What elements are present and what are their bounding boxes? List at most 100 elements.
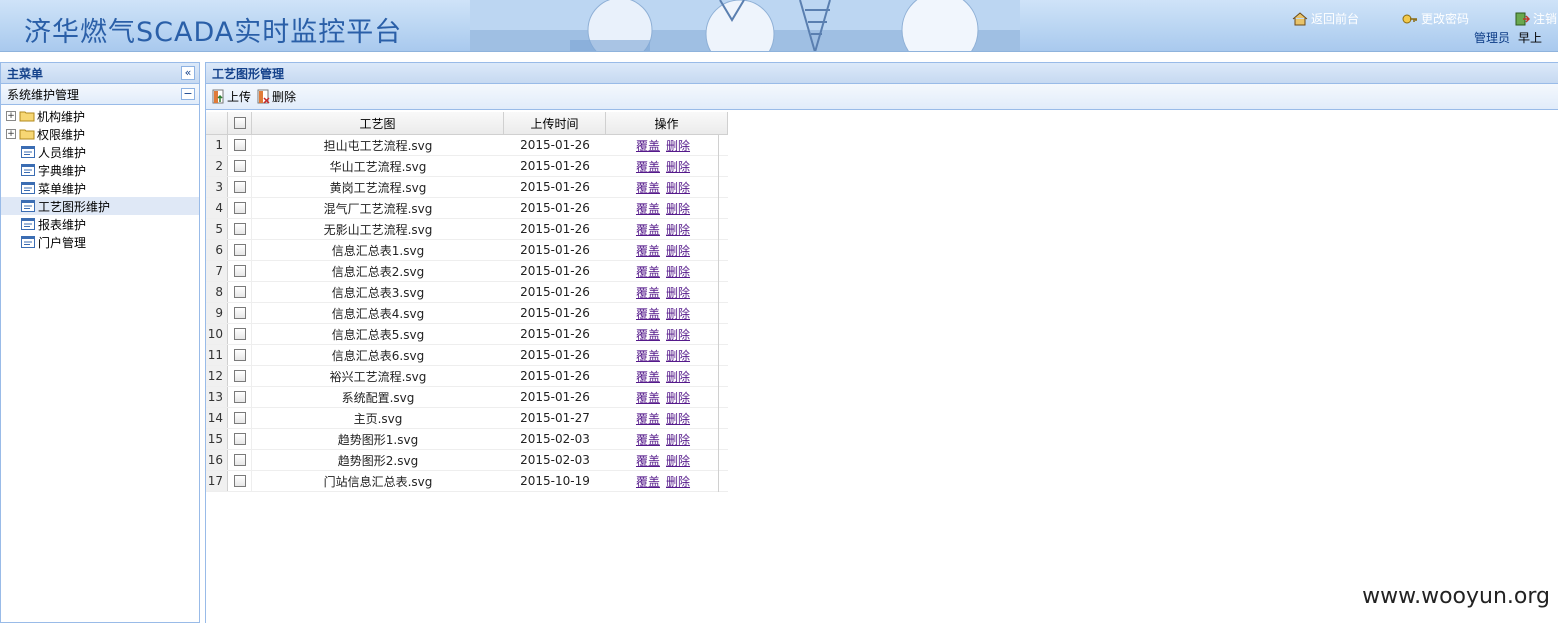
header-name[interactable]: 工艺图: [252, 112, 504, 134]
file-name: 主页.svg: [353, 411, 403, 426]
row-checkbox[interactable]: [233, 433, 246, 445]
tree-item[interactable]: 人员维护: [1, 143, 199, 161]
expand-icon[interactable]: +: [6, 111, 16, 121]
delete-link[interactable]: 删除: [666, 473, 690, 490]
delete-link[interactable]: 删除: [666, 158, 690, 175]
row-checkbox[interactable]: [233, 286, 246, 298]
row-checkbox[interactable]: [233, 370, 246, 382]
row-checkbox[interactable]: [233, 349, 246, 361]
row-checkbox[interactable]: [233, 223, 246, 235]
delete-link[interactable]: 删除: [666, 242, 690, 259]
tree-item[interactable]: 工艺图形维护: [1, 197, 199, 215]
upload-date: 2015-01-26: [520, 138, 590, 152]
upload-button[interactable]: 上传: [212, 88, 251, 105]
delete-button[interactable]: 删除: [257, 88, 296, 105]
back-to-front-link[interactable]: 返回前台: [1292, 10, 1359, 27]
table-row[interactable]: 3 黄岗工艺流程.svg 2015-01-26 覆盖 删除: [206, 177, 728, 198]
delete-link[interactable]: 删除: [666, 305, 690, 322]
row-checkbox[interactable]: [233, 412, 246, 424]
delete-link[interactable]: 删除: [666, 326, 690, 343]
row-checkbox[interactable]: [233, 181, 246, 193]
row-select-cell: [228, 177, 252, 197]
overwrite-link[interactable]: 覆盖: [636, 158, 660, 175]
table-row[interactable]: 16 趋势图形2.svg 2015-02-03 覆盖 删除: [206, 450, 728, 471]
row-number: 3: [206, 177, 228, 197]
delete-link[interactable]: 删除: [666, 200, 690, 217]
table-row[interactable]: 6 信息汇总表1.svg 2015-01-26 覆盖 删除: [206, 240, 728, 261]
row-checkbox[interactable]: [233, 328, 246, 340]
row-checkbox[interactable]: [233, 139, 246, 151]
expand-icon[interactable]: +: [6, 129, 16, 139]
overwrite-link[interactable]: 覆盖: [636, 452, 660, 469]
table-row[interactable]: 12 裕兴工艺流程.svg 2015-01-26 覆盖 删除: [206, 366, 728, 387]
delete-link[interactable]: 删除: [666, 452, 690, 469]
row-checkbox[interactable]: [233, 244, 246, 256]
row-number: 17: [206, 471, 228, 491]
logout-link[interactable]: 注销: [1514, 10, 1557, 27]
delete-link[interactable]: 删除: [666, 179, 690, 196]
table-row[interactable]: 8 信息汇总表3.svg 2015-01-26 覆盖 删除: [206, 282, 728, 303]
section-collapse-button[interactable]: −: [181, 88, 195, 100]
select-all-checkbox[interactable]: [233, 117, 246, 129]
table-row[interactable]: 14 主页.svg 2015-01-27 覆盖 删除: [206, 408, 728, 429]
tree-item[interactable]: 字典维护: [1, 161, 199, 179]
overwrite-link[interactable]: 覆盖: [636, 221, 660, 238]
overwrite-link[interactable]: 覆盖: [636, 137, 660, 154]
tree-item[interactable]: 菜单维护: [1, 179, 199, 197]
delete-link[interactable]: 删除: [666, 137, 690, 154]
table-row[interactable]: 7 信息汇总表2.svg 2015-01-26 覆盖 删除: [206, 261, 728, 282]
overwrite-link[interactable]: 覆盖: [636, 305, 660, 322]
tree-item[interactable]: 门户管理: [1, 233, 199, 251]
row-checkbox[interactable]: [233, 160, 246, 172]
overwrite-link[interactable]: 覆盖: [636, 368, 660, 385]
page-icon: [21, 182, 35, 194]
row-checkbox[interactable]: [233, 475, 246, 487]
table-row[interactable]: 2 华山工艺流程.svg 2015-01-26 覆盖 删除: [206, 156, 728, 177]
overwrite-link[interactable]: 覆盖: [636, 347, 660, 364]
table-row[interactable]: 9 信息汇总表4.svg 2015-01-26 覆盖 删除: [206, 303, 728, 324]
table-row[interactable]: 4 混气厂工艺流程.svg 2015-01-26 覆盖 删除: [206, 198, 728, 219]
tree-item[interactable]: + 机构维护: [1, 107, 199, 125]
overwrite-link[interactable]: 覆盖: [636, 389, 660, 406]
row-checkbox[interactable]: [233, 454, 246, 466]
collapse-sidebar-button[interactable]: «: [181, 66, 195, 80]
tree-item-label: 机构维护: [37, 109, 86, 124]
table-row[interactable]: 15 趋势图形1.svg 2015-02-03 覆盖 删除: [206, 429, 728, 450]
tree-item[interactable]: + 权限维护: [1, 125, 199, 143]
table-row[interactable]: 11 信息汇总表6.svg 2015-01-26 覆盖 删除: [206, 345, 728, 366]
file-name: 趋势图形1.svg: [337, 432, 419, 447]
table-row[interactable]: 1 担山屯工艺流程.svg 2015-01-26 覆盖 删除: [206, 135, 728, 156]
delete-link[interactable]: 删除: [666, 368, 690, 385]
overwrite-link[interactable]: 覆盖: [636, 242, 660, 259]
overwrite-link[interactable]: 覆盖: [636, 410, 660, 427]
overwrite-link[interactable]: 覆盖: [636, 200, 660, 217]
row-number: 9: [206, 303, 228, 323]
section-header[interactable]: 系统维护管理 −: [1, 84, 199, 105]
row-checkbox[interactable]: [233, 265, 246, 277]
tree-item[interactable]: 报表维护: [1, 215, 199, 233]
table-row[interactable]: 17 门站信息汇总表.svg 2015-10-19 覆盖 删除: [206, 471, 728, 492]
delete-link[interactable]: 删除: [666, 221, 690, 238]
delete-link[interactable]: 删除: [666, 410, 690, 427]
overwrite-link[interactable]: 覆盖: [636, 326, 660, 343]
row-checkbox[interactable]: [233, 202, 246, 214]
row-number: 5: [206, 219, 228, 239]
overwrite-link[interactable]: 覆盖: [636, 473, 660, 490]
overwrite-link[interactable]: 覆盖: [636, 284, 660, 301]
overwrite-link[interactable]: 覆盖: [636, 179, 660, 196]
delete-link[interactable]: 删除: [666, 263, 690, 280]
table-row[interactable]: 10 信息汇总表5.svg 2015-01-26 覆盖 删除: [206, 324, 728, 345]
row-checkbox[interactable]: [233, 307, 246, 319]
header-date[interactable]: 上传时间: [504, 112, 606, 134]
overwrite-link[interactable]: 覆盖: [636, 263, 660, 280]
overwrite-link[interactable]: 覆盖: [636, 431, 660, 448]
change-password-label: 更改密码: [1421, 12, 1470, 26]
delete-link[interactable]: 删除: [666, 284, 690, 301]
change-password-link[interactable]: 更改密码: [1402, 10, 1469, 27]
delete-link[interactable]: 删除: [666, 389, 690, 406]
table-row[interactable]: 13 系统配置.svg 2015-01-26 覆盖 删除: [206, 387, 728, 408]
table-row[interactable]: 5 无影山工艺流程.svg 2015-01-26 覆盖 删除: [206, 219, 728, 240]
delete-link[interactable]: 删除: [666, 431, 690, 448]
delete-link[interactable]: 删除: [666, 347, 690, 364]
row-checkbox[interactable]: [233, 391, 246, 403]
